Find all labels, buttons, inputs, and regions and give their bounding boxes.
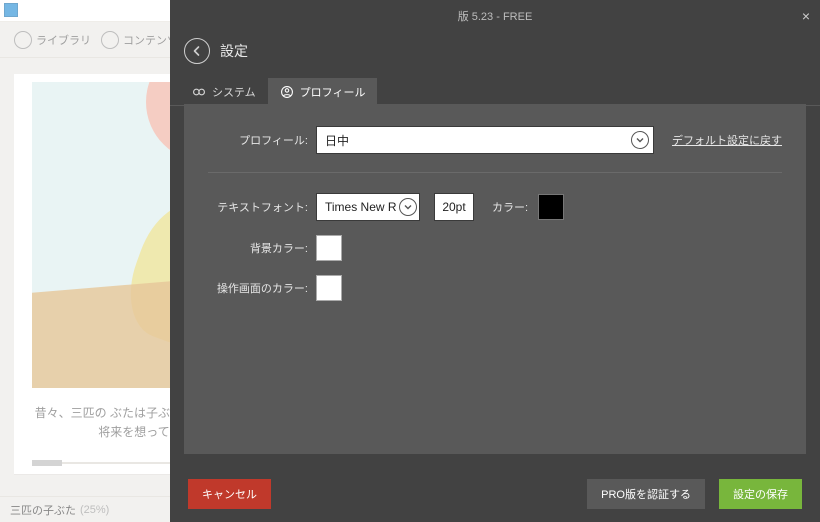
ui-color-label: 操作画面のカラー: [208,280,308,296]
user-icon [280,85,294,99]
settings-modal: × 版 5.23 - FREE 設定 システム プロフィール プロフィール: 日… [170,0,820,522]
tab-label: システム [212,84,256,100]
tab-system[interactable]: システム [180,78,268,106]
font-size-value: 20pt [442,200,465,214]
profile-select-value: 日中 [317,132,357,149]
chevron-down-icon [399,198,417,216]
row-profile: プロフィール: 日中 デフォルト設定に戻す [208,126,782,154]
modal-version: 版 5.23 - FREE [170,0,820,32]
bg-color-label: 背景カラー: [208,240,308,256]
close-icon[interactable]: × [802,8,810,24]
font-size-input[interactable]: 20pt [434,193,474,221]
link-icon [192,85,206,99]
row-ui-color: 操作画面のカラー: [208,275,782,301]
modal-title: 設定 [220,41,248,61]
arrow-left-icon [191,45,203,57]
text-color-swatch[interactable] [538,194,564,220]
cancel-button[interactable]: キャンセル [188,479,271,509]
font-color-label: カラー: [492,199,528,215]
modal-title-row: 設定 [170,32,820,78]
recognize-pro-button[interactable]: PRO版を認証する [587,479,705,509]
font-label: テキストフォント: [208,199,308,215]
dropdown-trigger[interactable] [627,127,653,153]
back-button[interactable] [184,38,210,64]
tab-label: プロフィール [300,84,366,100]
row-font: テキストフォント: Times New R 20pt カラー: [208,193,782,221]
reset-defaults-link[interactable]: デフォルト設定に戻す [672,132,782,148]
tab-profile[interactable]: プロフィール [268,78,378,106]
row-bg-color: 背景カラー: [208,235,782,261]
modal-footer: キャンセル PRO版を認証する 設定の保存 [170,466,820,522]
profile-select[interactable]: 日中 [316,126,654,154]
bg-color-swatch[interactable] [316,235,342,261]
divider [208,172,782,173]
profile-label: プロフィール: [208,132,308,148]
tabs: システム プロフィール [170,78,820,106]
font-family-select[interactable]: Times New R [316,193,420,221]
font-family-value: Times New R [317,200,396,214]
settings-panel: プロフィール: 日中 デフォルト設定に戻す テキストフォント: Times Ne… [184,104,806,454]
ui-color-swatch[interactable] [316,275,342,301]
dropdown-trigger[interactable] [396,194,419,220]
save-button[interactable]: 設定の保存 [719,479,802,509]
chevron-down-icon [631,131,649,149]
